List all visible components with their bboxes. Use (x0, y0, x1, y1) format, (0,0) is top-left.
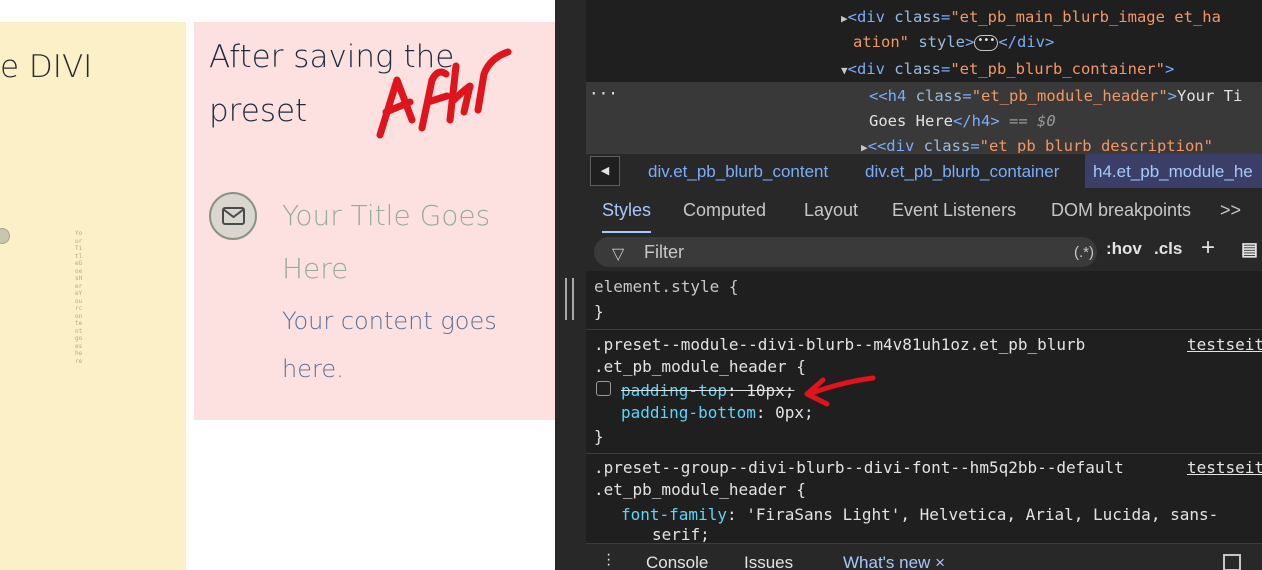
drawer-tab-console[interactable]: Console (646, 553, 708, 570)
elements-tree: ··· ▶<div class="et_pb_main_blurb_image … (586, 0, 1262, 155)
rule1-source-link[interactable]: testseit (1187, 335, 1262, 354)
breadcrumb: ◀ div.et_pb_blurb_content div.et_pb_blur… (586, 153, 1262, 189)
expand-triangle-icon[interactable]: ▶ (841, 12, 848, 25)
mail-icon (209, 192, 257, 240)
rule1-prop-padding-bottom[interactable]: padding-bottom: 0px; (621, 403, 814, 422)
rule1-prop-padding-top[interactable]: padding-top: 10px; (621, 381, 794, 400)
resize-grip-icon[interactable] (565, 278, 574, 320)
collapsed-content-icon[interactable]: ••• (974, 34, 999, 51)
mini-mail-icon (0, 228, 10, 244)
red-arrow-annotation (804, 375, 876, 407)
rule1-selector-cont[interactable]: .et_pb_module_header { (594, 357, 806, 376)
dom-line-blurb-image-cont[interactable]: ation" style> ••• </div> (853, 33, 1054, 51)
property-toggle-checkbox[interactable] (596, 381, 611, 396)
tab-dom-breakpoints[interactable]: DOM breakpoints (1051, 188, 1191, 233)
hov-button[interactable]: :hov (1106, 239, 1142, 259)
drawer-toolbar: · · · Console Issues What's new × (586, 543, 1262, 570)
dom-line-h4-selected[interactable]: <<h4 class="et_pb_module_header">Your Ti (869, 87, 1242, 105)
tab-computed[interactable]: Computed (683, 188, 766, 233)
tab-layout[interactable]: Layout (804, 188, 858, 233)
more-tabs-icon[interactable]: >> (1220, 188, 1241, 233)
close-icon[interactable]: × (935, 553, 945, 570)
blurb-title: Your Title Goes Here (282, 199, 491, 285)
tab-event-listeners[interactable]: Event Listeners (892, 188, 1016, 233)
before-column: e DIVI YourTitleGoesHereYourcontentgoesh… (0, 22, 186, 570)
webpage-preview: e DIVI YourTitleGoesHereYourcontentgoesh… (0, 0, 555, 570)
breadcrumb-item[interactable]: div.et_pb_blurb_container (857, 154, 1067, 189)
regex-toggle[interactable]: (.*) (1074, 244, 1094, 261)
collapse-triangle-icon[interactable]: ▼ (841, 64, 848, 77)
blurb-description: Your content goes here. (282, 307, 497, 383)
rule2-selector[interactable]: .preset--group--divi-blurb--divi-font--h… (594, 458, 1124, 477)
devtools-panel: ··· ▶<div class="et_pb_main_blurb_image … (555, 0, 1262, 570)
styles-filter-bar: ▽ Filter (.*) :hov .cls + ▤ (586, 233, 1262, 272)
paint-brush-icon[interactable]: ▤ (1241, 239, 1258, 260)
sidebar-tabs: Styles Computed Layout Event Listeners D… (586, 188, 1262, 234)
dock-side-icon[interactable] (1223, 554, 1241, 570)
rule2-selector-cont[interactable]: .et_pb_module_header { (594, 480, 806, 499)
before-heading: e DIVI (0, 49, 93, 85)
rule-close-brace: } (594, 427, 604, 446)
filter-placeholder: Filter (644, 242, 684, 262)
cls-button[interactable]: .cls (1154, 239, 1182, 259)
handwritten-after-annotation (376, 48, 512, 139)
breadcrumb-item-active[interactable]: h4.et_pb_module_he (1085, 154, 1262, 189)
filter-input[interactable]: ▽ Filter (.*) (594, 237, 1097, 267)
breadcrumb-item[interactable]: div.et_pb_blurb_content (640, 154, 836, 189)
rule2-prop-font-family[interactable]: font-family: 'FiraSans Light', Helvetica… (621, 505, 1218, 524)
new-rule-button[interactable]: + (1201, 234, 1215, 262)
drawer-menu-icon[interactable]: · · · (606, 547, 611, 570)
node-actions-ellipsis[interactable]: ··· (589, 84, 618, 103)
drawer-tab-issues[interactable]: Issues (744, 553, 793, 570)
rule-close-brace: } (594, 302, 604, 321)
divider (586, 453, 1262, 454)
divider (586, 329, 1262, 330)
vertical-collapsed-text: YourTitleGoesHereYourcontentgoeshere (75, 230, 83, 365)
rule2-source-link[interactable]: testseit (1187, 458, 1262, 477)
element-style-selector[interactable]: element.style { (594, 277, 739, 296)
dom-line-blurb-image[interactable]: ▶<div class="et_pb_main_blurb_image et_h… (841, 8, 1221, 26)
rule2-prop-font-family-cont: serif; (652, 525, 710, 544)
tab-styles[interactable]: Styles (602, 188, 652, 233)
filter-icon: ▽ (612, 246, 625, 263)
rule1-selector[interactable]: .preset--module--divi-blurb--m4v81uh1oz.… (594, 335, 1085, 354)
style-rules: element.style { } .preset--module--divi-… (586, 271, 1262, 544)
panel-resizer[interactable] (555, 0, 586, 570)
dom-line-h4-cont[interactable]: Goes Here</h4> == $0 (869, 112, 1056, 130)
dom-line-blurb-container[interactable]: ▼<div class="et_pb_blurb_container"> (841, 60, 1174, 78)
drawer-tab-whats-new[interactable]: What's new × (843, 553, 945, 570)
breadcrumb-scroll-left-icon[interactable]: ◀ (590, 156, 620, 186)
